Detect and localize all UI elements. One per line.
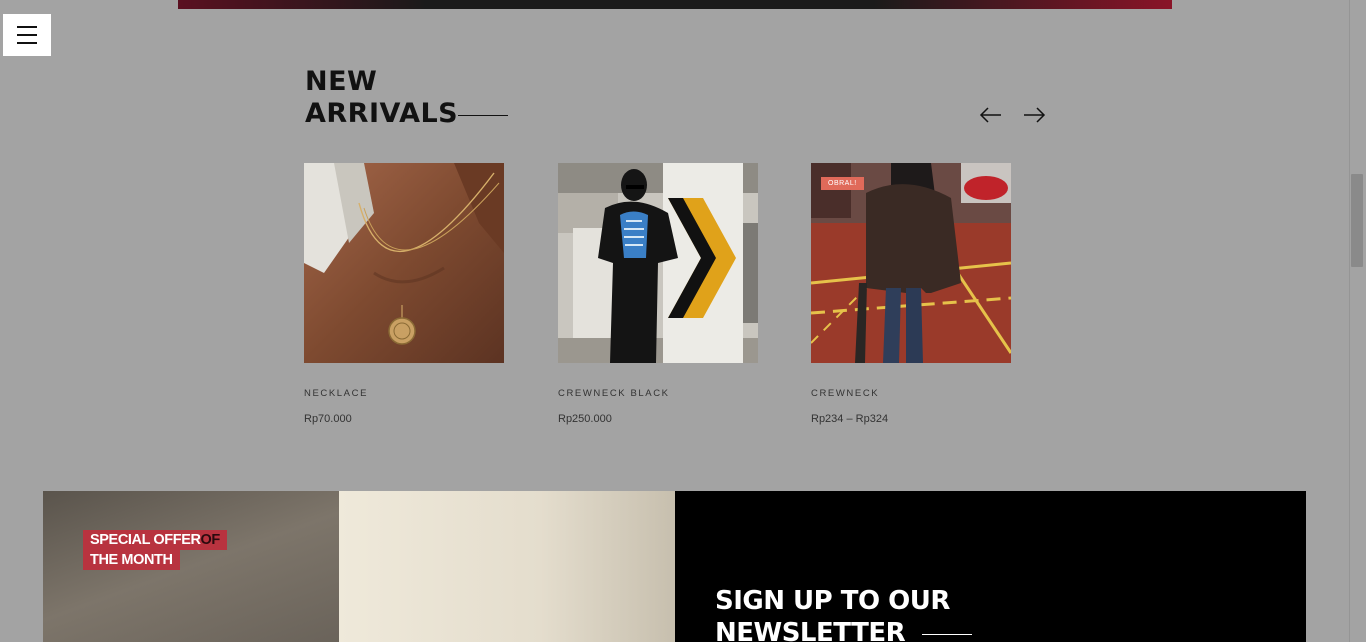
offer-line2: THE MONTH <box>83 550 180 570</box>
product-card[interactable]: NECKLACE Rp70.000 <box>304 163 504 425</box>
newsletter-divider <box>922 634 972 635</box>
special-offer-banner[interactable]: SPECIAL OFFEROF THE MONTH <box>43 491 675 642</box>
necklace-photo <box>304 163 504 363</box>
crewneck-photo <box>811 163 1011 363</box>
newsletter-title-line1: SIGN UP TO OUR <box>715 586 950 616</box>
hero-banner-bottom-edge <box>178 0 1172 9</box>
product-card[interactable]: OBRAL! CREWNECK Rp234 – Rp324 <box>811 163 1011 425</box>
promo-background-pillar <box>339 491 675 642</box>
offer-of: OF <box>200 532 221 548</box>
product-image[interactable]: OBRAL! <box>811 163 1011 363</box>
scrollbar-track[interactable] <box>1349 0 1366 642</box>
hamburger-menu-icon-bar <box>17 42 37 44</box>
offer-line1: SPECIAL OFFER <box>90 532 201 548</box>
special-offer-tag: SPECIAL OFFEROF THE MONTH <box>83 530 227 570</box>
menu-button[interactable] <box>3 14 51 56</box>
new-arrivals-title-line1: NEW <box>305 66 378 97</box>
hamburger-menu-icon-bar <box>17 34 37 36</box>
product-image[interactable] <box>304 163 504 363</box>
title-divider <box>458 115 508 116</box>
product-price: Rp234 – Rp324 <box>811 413 889 425</box>
newsletter-section: SIGN UP TO OUR NEWSLETTER <box>675 491 1306 642</box>
arrow-right-icon <box>1024 107 1046 123</box>
product-name[interactable]: CREWNECK BLACK <box>558 388 670 399</box>
arrow-left-icon <box>979 107 1001 123</box>
hamburger-menu-icon <box>17 26 37 28</box>
product-name[interactable]: CREWNECK <box>811 388 879 399</box>
scrollbar-thumb[interactable] <box>1351 174 1363 267</box>
newsletter-title: SIGN UP TO OUR NEWSLETTER <box>715 585 950 642</box>
new-arrivals-title: NEW ARRIVALS <box>305 66 458 130</box>
crewneck-black-photo <box>558 163 758 363</box>
sale-badge: OBRAL! <box>821 177 864 190</box>
newsletter-title-line2: NEWSLETTER <box>715 618 906 642</box>
product-price: Rp70.000 <box>304 413 352 425</box>
new-arrivals-title-line2: ARRIVALS <box>305 98 459 129</box>
product-price: Rp250.000 <box>558 413 612 425</box>
product-card[interactable]: CREWNECK BLACK Rp250.000 <box>558 163 758 425</box>
product-image[interactable] <box>558 163 758 363</box>
product-name[interactable]: NECKLACE <box>304 388 368 399</box>
carousel-prev-button[interactable] <box>978 104 1004 126</box>
carousel-next-button[interactable] <box>1021 104 1047 126</box>
